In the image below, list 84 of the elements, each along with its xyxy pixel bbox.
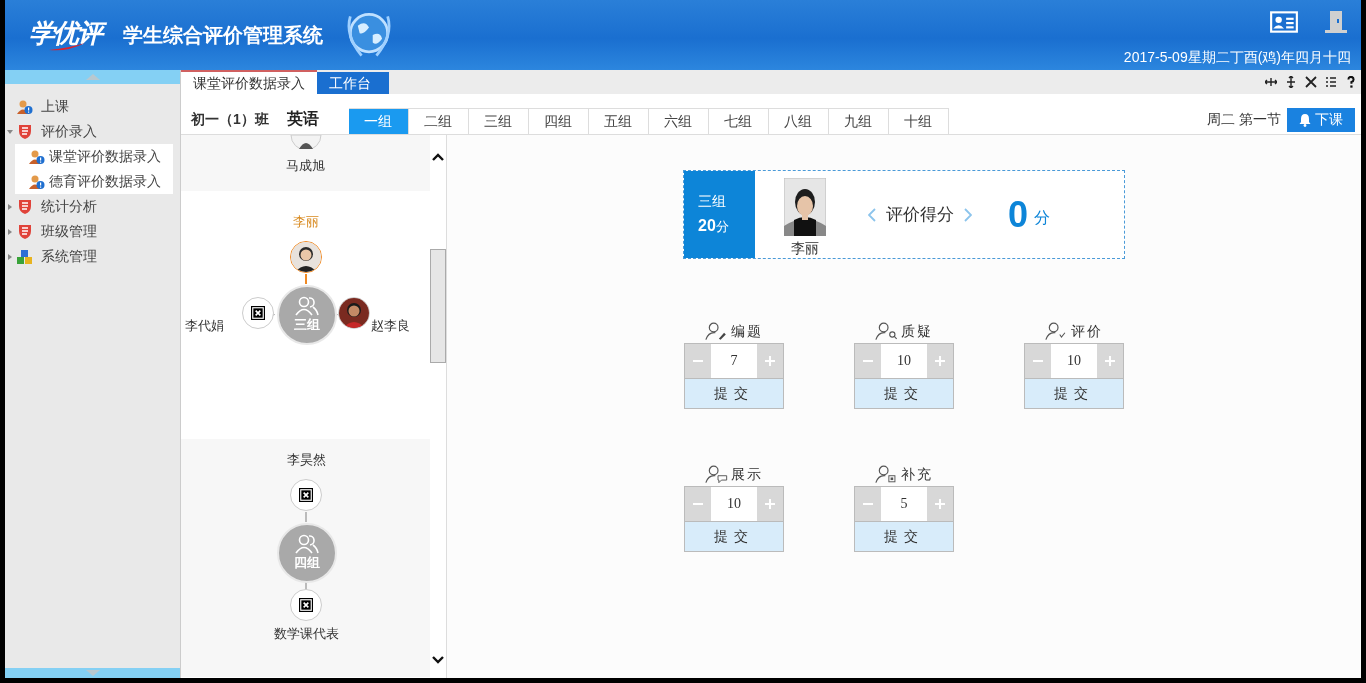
- previous-icon[interactable]: [868, 207, 876, 222]
- category-label: 编题: [731, 323, 763, 341]
- group-tab[interactable]: 七组: [708, 108, 769, 134]
- subject-name: 英语: [286, 109, 319, 129]
- member-name: 赵李良: [371, 317, 410, 335]
- sidebar-subitem[interactable]: 课堂评价数据录入: [15, 144, 173, 169]
- broken-image-icon: [299, 598, 313, 612]
- group-tab[interactable]: 五组: [588, 108, 649, 134]
- member-name: 马成旭: [286, 157, 325, 175]
- submit-button[interactable]: 提交: [684, 521, 784, 552]
- leader-name: 李丽: [292, 213, 320, 231]
- leader-avatar[interactable]: [290, 241, 322, 273]
- sidebar-item[interactable]: 系统管理: [5, 244, 180, 269]
- shield-icon: [17, 198, 33, 215]
- score-value: 0: [1008, 193, 1029, 236]
- leader-name: 李昊然: [285, 451, 327, 469]
- id-card-icon[interactable]: [1269, 10, 1299, 34]
- leader-avatar[interactable]: [290, 479, 322, 511]
- expand-arrow-icon[interactable]: [7, 253, 13, 260]
- group-tab[interactable]: 九组: [828, 108, 889, 134]
- expand-arrow-icon[interactable]: [7, 228, 13, 235]
- next-icon[interactable]: [964, 207, 972, 222]
- period-text: 周二 第一节: [1207, 111, 1281, 129]
- end-class-button[interactable]: 下课: [1287, 108, 1355, 132]
- submit-button[interactable]: 提交: [1024, 378, 1124, 409]
- help-icon[interactable]: [1345, 76, 1357, 88]
- scroll-thumb[interactable]: [430, 249, 446, 363]
- person-figure-icon: [291, 242, 321, 272]
- score-label: 评价得分: [886, 204, 954, 226]
- sidebar-item[interactable]: 评价录入: [5, 119, 180, 144]
- date-text: 2017-5-09星期二丁酉(鸡)年四月十四: [1123, 49, 1351, 67]
- group-score: 20分: [698, 217, 730, 236]
- member-name: 李代娟: [185, 317, 224, 335]
- category-label: 质疑: [901, 323, 933, 341]
- group-tab[interactable]: 四组: [528, 108, 589, 134]
- category-label: 补充: [901, 466, 933, 484]
- submit-button[interactable]: 提交: [854, 378, 954, 409]
- member-avatar[interactable]: [242, 297, 274, 329]
- bell-icon: [1299, 113, 1311, 127]
- page-tab[interactable]: 课堂评价数据录入: [181, 70, 317, 94]
- submit-button[interactable]: 提交: [854, 521, 954, 552]
- broken-image-icon: [299, 488, 313, 502]
- submit-button[interactable]: 提交: [684, 378, 784, 409]
- expand-arrow-icon[interactable]: [7, 203, 13, 210]
- category-label: 展示: [731, 466, 763, 484]
- group-tab[interactable]: 二组: [408, 108, 469, 134]
- class-name: 初一（1）班: [191, 111, 269, 129]
- scroll-down-icon[interactable]: [432, 656, 444, 664]
- group-name: 四组: [294, 554, 320, 572]
- score-unit: 分: [1034, 208, 1051, 228]
- collapse-arrow-icon[interactable]: [7, 128, 13, 135]
- broken-image-icon: [251, 306, 265, 320]
- sidebar-subitem[interactable]: 德育评价数据录入: [15, 169, 173, 194]
- member-name: 数学课代表: [272, 625, 340, 643]
- user-info-icon: [29, 148, 45, 165]
- horizontal-resize-icon[interactable]: [1265, 76, 1277, 88]
- group-tab[interactable]: 八组: [768, 108, 829, 134]
- sidebar-item[interactable]: 上课: [5, 94, 180, 119]
- user-info-icon: [17, 98, 33, 115]
- users-icon: [295, 534, 319, 554]
- scroll-up-icon[interactable]: [432, 153, 444, 161]
- users-icon: [295, 296, 319, 316]
- student-name: 李丽: [791, 239, 819, 258]
- sidebar-item[interactable]: 统计分析: [5, 194, 180, 219]
- user-info-icon: [29, 173, 45, 190]
- logo: 学优评: [27, 16, 109, 54]
- group-label: 三组: [698, 193, 727, 211]
- page-tab[interactable]: 工作台: [317, 72, 389, 94]
- sidebar-item[interactable]: 班级管理: [5, 219, 180, 244]
- category-label: 评价: [1071, 323, 1103, 341]
- vertical-resize-icon[interactable]: [1285, 76, 1297, 88]
- list-icon[interactable]: [1325, 76, 1337, 88]
- blocks-icon: [17, 248, 33, 265]
- group-tab[interactable]: 十组: [888, 108, 949, 134]
- shield-icon: [17, 123, 33, 140]
- member-avatar[interactable]: [290, 589, 322, 621]
- group-name: 三组: [294, 316, 320, 334]
- shield-icon: [17, 223, 33, 240]
- fullscreen-icon[interactable]: [1305, 76, 1317, 88]
- group-tab[interactable]: 三组: [468, 108, 529, 134]
- person-figure-icon: [339, 298, 369, 328]
- app-title: 学生综合评价管理系统: [123, 22, 323, 48]
- member-avatar[interactable]: [338, 297, 370, 329]
- group-tab[interactable]: 六组: [648, 108, 709, 134]
